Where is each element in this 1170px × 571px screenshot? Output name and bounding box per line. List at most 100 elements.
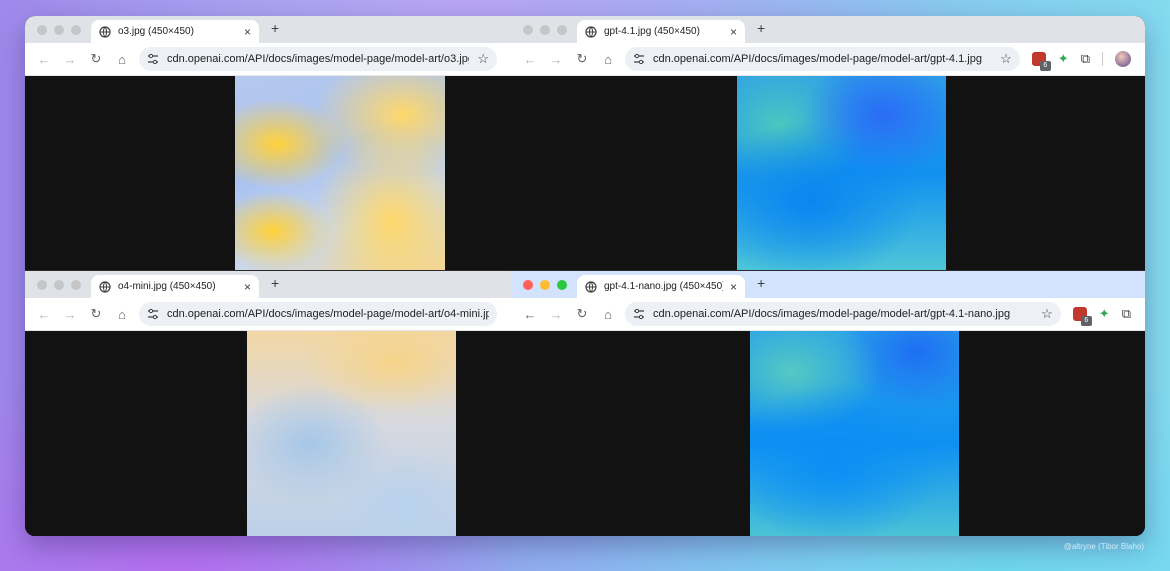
extensions-puzzle-icon[interactable]: ⧉ — [1081, 51, 1090, 67]
tab-o4-mini[interactable]: o4-mini.jpg (450×450) × — [91, 275, 259, 298]
back-button[interactable]: ← — [517, 307, 543, 322]
minimize-window-button[interactable] — [54, 24, 64, 35]
toolbar-divider — [1102, 52, 1103, 66]
extensions-puzzle-icon[interactable]: ⧉ — [1122, 306, 1131, 322]
back-button[interactable]: ← — [517, 52, 543, 67]
browser-window-gpt-4-1-nano: gpt-4.1-nano.jpg (450×450) × + ← → ↻ ⌂ c… — [511, 270, 1145, 536]
reload-button[interactable]: ↻ — [83, 51, 109, 67]
close-window-button[interactable] — [523, 24, 533, 35]
url-text: cdn.openai.com/API/docs/images/model-pag… — [653, 53, 982, 65]
minimize-window-button[interactable] — [540, 279, 550, 290]
address-bar[interactable]: cdn.openai.com/API/docs/images/model-pag… — [625, 302, 1061, 326]
gpt-4-1-nano-model-art-image — [750, 331, 959, 536]
address-bar[interactable]: cdn.openai.com/API/docs/images/model-pag… — [139, 47, 497, 71]
address-bar[interactable]: cdn.openai.com/API/docs/images/model-pag… — [625, 47, 1020, 71]
site-info-icon[interactable] — [147, 308, 159, 320]
browser-toolbar: ← → ↻ ⌂ cdn.openai.com/API/docs/images/m… — [25, 43, 511, 76]
home-button[interactable]: ⌂ — [109, 307, 135, 322]
extension-icon[interactable]: 6 — [1072, 307, 1092, 326]
extension-icon[interactable]: 6 — [1031, 52, 1051, 71]
gpt-4-1-model-art-image — [737, 76, 946, 270]
image-viewport — [511, 331, 1145, 536]
forward-button[interactable]: → — [543, 52, 569, 67]
o3-model-art-image — [235, 76, 445, 270]
browser-window-o3: o3.jpg (450×450) × + ← → ↻ ⌂ cdn.openai.… — [25, 16, 511, 270]
tab-title: gpt-4.1.jpg (450×450) — [604, 26, 700, 37]
forward-button[interactable]: → — [543, 307, 569, 322]
new-tab-button[interactable]: + — [259, 20, 291, 40]
globe-icon — [585, 25, 597, 38]
reload-button[interactable]: ↻ — [83, 306, 109, 322]
tab-strip: gpt-4.1.jpg (450×450) × + — [511, 16, 1145, 43]
zoom-window-button[interactable] — [557, 279, 567, 290]
zoom-window-button[interactable] — [557, 24, 567, 35]
close-tab-icon[interactable]: × — [244, 280, 251, 294]
zoom-window-button[interactable] — [71, 279, 81, 290]
tab-title: o3.jpg (450×450) — [118, 26, 194, 37]
extensions-area: 6 ✦ ⧉ — [1069, 306, 1139, 326]
globe-icon — [585, 280, 597, 293]
tab-strip: gpt-4.1-nano.jpg (450×450) × + — [511, 271, 1145, 298]
globe-icon — [99, 25, 111, 38]
new-tab-button[interactable]: + — [745, 20, 777, 40]
tab-title: gpt-4.1-nano.jpg (450×450) — [604, 281, 723, 292]
site-info-icon[interactable] — [633, 53, 645, 65]
home-button[interactable]: ⌂ — [595, 307, 621, 322]
address-bar[interactable]: cdn.openai.com/API/docs/images/model-pag… — [139, 302, 497, 326]
home-button[interactable]: ⌂ — [595, 52, 621, 67]
image-viewport — [25, 76, 511, 270]
back-button[interactable]: ← — [31, 52, 57, 67]
site-info-icon[interactable] — [147, 53, 159, 65]
close-tab-icon[interactable]: × — [244, 25, 251, 39]
traffic-lights — [511, 24, 577, 35]
close-window-button[interactable] — [37, 24, 47, 35]
url-text: cdn.openai.com/API/docs/images/model-pag… — [167, 308, 489, 320]
close-tab-icon[interactable]: × — [730, 280, 737, 294]
minimize-window-button[interactable] — [540, 24, 550, 35]
extension-badge-count: 6 — [1080, 316, 1092, 326]
screen-grid: o3.jpg (450×450) × + ← → ↻ ⌂ cdn.openai.… — [25, 16, 1145, 536]
bookmark-star-icon[interactable]: ☆ — [477, 51, 489, 67]
zoom-window-button[interactable] — [71, 24, 81, 35]
new-tab-button[interactable]: + — [259, 275, 291, 295]
url-text: cdn.openai.com/API/docs/images/model-pag… — [167, 53, 470, 65]
close-window-button[interactable] — [37, 279, 47, 290]
spark-extension-icon[interactable]: ✦ — [1099, 306, 1110, 322]
tab-gpt-4-1[interactable]: gpt-4.1.jpg (450×450) × — [577, 20, 745, 43]
credit-watermark: @altryne (Tibor Blaho) — [1063, 542, 1144, 551]
browser-toolbar: ← → ↻ ⌂ cdn.openai.com/API/docs/images/m… — [25, 298, 511, 331]
profile-avatar[interactable] — [1115, 51, 1131, 67]
traffic-lights — [25, 24, 91, 35]
tab-title: o4-mini.jpg (450×450) — [118, 281, 216, 292]
reload-button[interactable]: ↻ — [569, 306, 595, 322]
url-text: cdn.openai.com/API/docs/images/model-pag… — [653, 308, 1011, 320]
globe-icon — [99, 280, 111, 293]
spark-extension-icon[interactable]: ✦ — [1058, 51, 1069, 67]
image-viewport — [511, 76, 1145, 270]
browser-toolbar: ← → ↻ ⌂ cdn.openai.com/API/docs/images/m… — [511, 43, 1145, 76]
extensions-area: 6 ✦ ⧉ — [1028, 51, 1139, 71]
bookmark-star-icon[interactable]: ☆ — [1000, 51, 1012, 67]
site-info-icon[interactable] — [633, 308, 645, 320]
home-button[interactable]: ⌂ — [109, 52, 135, 67]
minimize-window-button[interactable] — [54, 279, 64, 290]
browser-window-gpt-4-1: gpt-4.1.jpg (450×450) × + ← → ↻ ⌂ cdn.op… — [511, 16, 1145, 270]
new-tab-button[interactable]: + — [745, 275, 777, 295]
extension-badge-count: 6 — [1039, 61, 1051, 71]
tab-strip: o3.jpg (450×450) × + — [25, 16, 511, 43]
tab-o3[interactable]: o3.jpg (450×450) × — [91, 20, 259, 43]
tab-strip: o4-mini.jpg (450×450) × + — [25, 271, 511, 298]
close-tab-icon[interactable]: × — [730, 25, 737, 39]
o4-mini-model-art-image — [247, 331, 456, 536]
image-viewport — [25, 331, 511, 536]
close-window-button[interactable] — [523, 279, 533, 290]
forward-button[interactable]: → — [57, 307, 83, 322]
reload-button[interactable]: ↻ — [569, 51, 595, 67]
back-button[interactable]: ← — [31, 307, 57, 322]
traffic-lights — [25, 279, 91, 290]
browser-window-o4-mini: o4-mini.jpg (450×450) × + ← → ↻ ⌂ cdn.op… — [25, 270, 511, 536]
tab-gpt-4-1-nano[interactable]: gpt-4.1-nano.jpg (450×450) × — [577, 275, 745, 298]
forward-button[interactable]: → — [57, 52, 83, 67]
browser-toolbar: ← → ↻ ⌂ cdn.openai.com/API/docs/images/m… — [511, 298, 1145, 331]
bookmark-star-icon[interactable]: ☆ — [1041, 306, 1053, 322]
